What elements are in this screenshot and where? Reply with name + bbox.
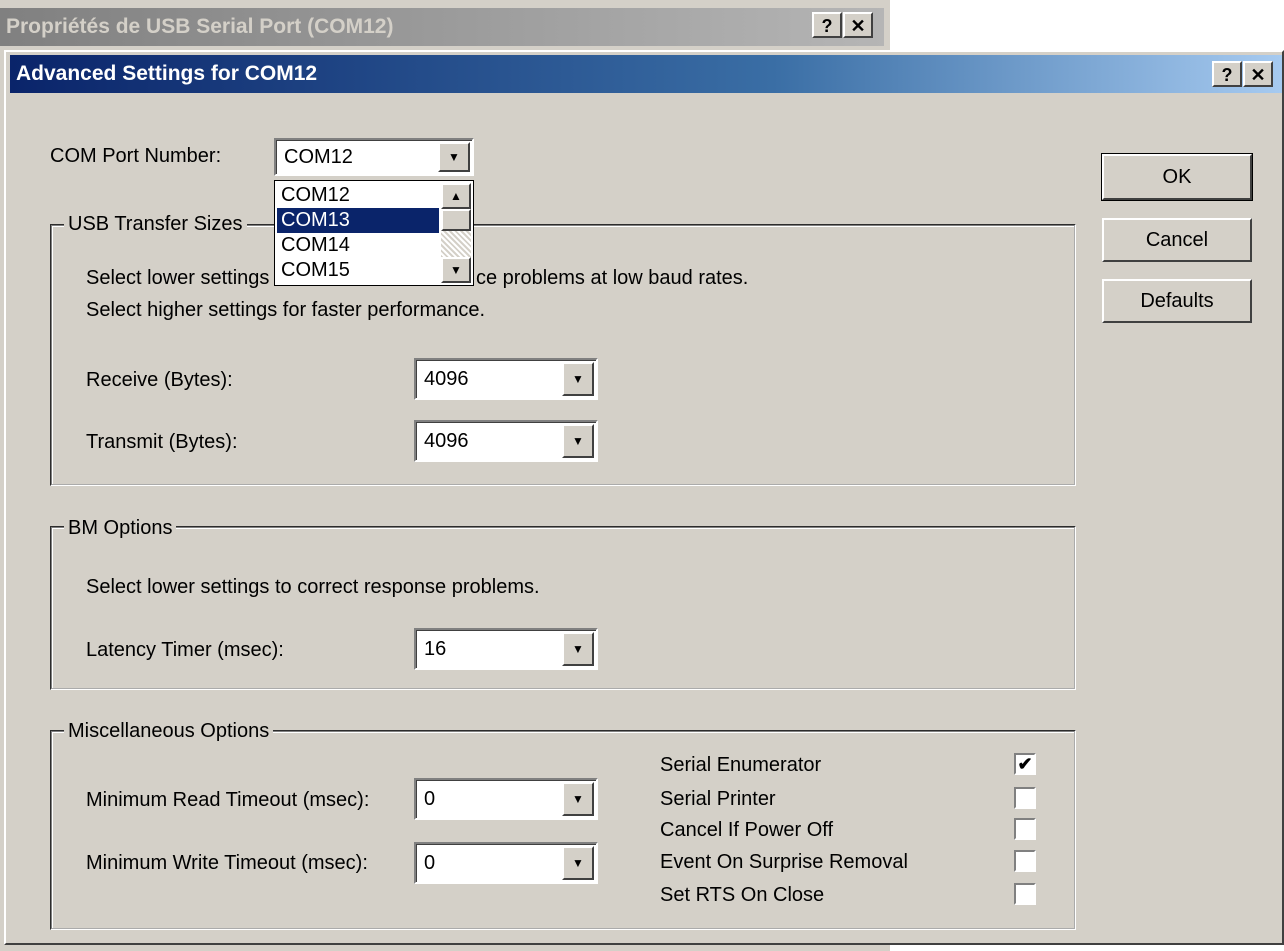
read-timeout-label: Minimum Read Timeout (msec): [86,789,370,811]
bm-options-title: BM Options [64,516,177,540]
check-label-serial-printer: Serial Printer [660,788,776,810]
list-item[interactable]: COM12 [277,183,439,208]
event-on-surprise-removal-checkbox[interactable] [1014,850,1036,872]
list-item-selected[interactable]: COM13 [277,208,439,233]
misc-options-group [50,730,1076,930]
receive-value: 4096 [424,367,469,390]
usb-transfer-note-end: ce problems at low baud rates. [476,267,749,289]
dialog-title: Advanced Settings for COM12 [10,55,1282,93]
usb-transfer-note-2: Select higher settings for faster perfor… [86,299,486,321]
scroll-down-icon[interactable]: ▼ [441,257,471,283]
bm-options-note: Select lower settings to correct respons… [86,576,540,598]
chevron-down-icon[interactable]: ▼ [438,142,470,172]
transmit-value: 4096 [424,429,469,452]
chevron-down-icon[interactable]: ▼ [562,424,594,458]
read-timeout-select[interactable]: 0 ▼ [414,778,598,820]
receive-select[interactable]: 4096 ▼ [414,358,598,400]
receive-label: Receive (Bytes): [86,369,233,391]
bg-close-icon[interactable]: ✕ [843,12,873,38]
background-window-title: Propriétés de USB Serial Port (COM12) [0,8,884,46]
chevron-down-icon[interactable]: ▼ [562,846,594,880]
latency-select[interactable]: 16 ▼ [414,628,598,670]
check-label-event-on-surprise-removal: Event On Surprise Removal [660,851,908,873]
transmit-select[interactable]: 4096 ▼ [414,420,598,462]
misc-options-title: Miscellaneous Options [64,719,274,743]
usb-transfer-note-start: Select lower settings [86,267,270,289]
checkmark-icon: ✔ [1017,754,1033,774]
help-button[interactable]: ? [1212,61,1242,87]
latency-value: 16 [424,637,447,660]
write-timeout-select[interactable]: 0 ▼ [414,842,598,884]
close-icon[interactable]: ✕ [1243,61,1273,87]
transmit-label: Transmit (Bytes): [86,431,238,453]
chevron-down-icon[interactable]: ▼ [562,632,594,666]
com-port-value: COM12 [284,145,353,168]
check-label-cancel-if-power-off: Cancel If Power Off [660,819,834,841]
chevron-down-icon[interactable]: ▼ [562,782,594,816]
cancel-if-power-off-checkbox[interactable] [1014,818,1036,840]
bg-help-button[interactable]: ? [812,12,842,38]
com-port-dropdown-list: COM12 COM13 COM14 COM15 ▲ ▼ [274,180,474,286]
com-port-label: COM Port Number: [50,145,222,167]
serial-enumerator-checkbox[interactable]: ✔ [1014,753,1036,775]
latency-label: Latency Timer (msec): [86,639,284,661]
cancel-button[interactable]: Cancel [1102,218,1252,262]
write-timeout-label: Minimum Write Timeout (msec): [86,852,368,874]
set-rts-on-close-checkbox[interactable] [1014,883,1036,905]
dropdown-scrollbar[interactable]: ▲ ▼ [441,183,471,283]
scroll-up-icon[interactable]: ▲ [441,183,471,209]
com-port-select[interactable]: COM12 ▼ [274,138,474,176]
serial-printer-checkbox[interactable] [1014,787,1036,809]
write-timeout-value: 0 [424,851,436,874]
list-item[interactable]: COM14 [277,233,439,258]
usb-transfer-title: USB Transfer Sizes [64,212,247,236]
read-timeout-value: 0 [424,787,436,810]
check-label-serial-enumerator: Serial Enumerator [660,754,822,776]
chevron-down-icon[interactable]: ▼ [562,362,594,396]
list-item[interactable]: COM15 [277,258,439,283]
check-label-set-rts-on-close: Set RTS On Close [660,884,825,906]
defaults-button[interactable]: Defaults [1102,279,1252,323]
scroll-thumb[interactable] [441,209,471,231]
ok-button[interactable]: OK [1101,153,1253,201]
